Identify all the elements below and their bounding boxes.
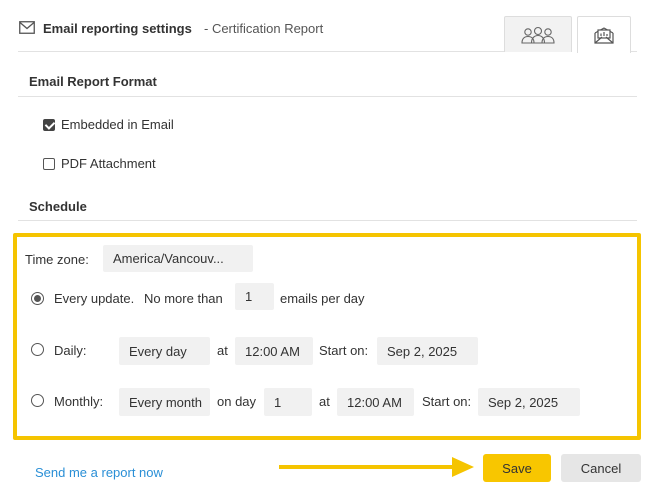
pdf-option[interactable]: PDF Attachment <box>43 156 156 171</box>
embedded-option[interactable]: Embedded in Email <box>43 117 174 132</box>
cancel-button[interactable]: Cancel <box>561 454 641 482</box>
no-more-than-label: No more than <box>144 291 223 306</box>
embedded-label: Embedded in Email <box>61 117 174 132</box>
daily-time-select[interactable]: 12:00 AM <box>235 337 313 365</box>
monthly-at-label: at <box>319 394 330 409</box>
monthly-radio[interactable] <box>31 394 44 407</box>
daily-at-label: at <box>217 343 228 358</box>
emails-per-day-label: emails per day <box>280 291 365 306</box>
format-section-title: Email Report Format <box>29 74 157 89</box>
max-emails-input[interactable]: 1 <box>235 283 274 310</box>
monthly-start-label: Start on: <box>422 394 472 409</box>
embedded-checkbox[interactable] <box>43 118 55 131</box>
daily-radio[interactable] <box>31 343 44 356</box>
timezone-label: Time zone: <box>25 252 89 267</box>
arrow-annotation-shaft <box>279 465 454 469</box>
schedule-section-title: Schedule <box>29 199 87 214</box>
report-envelope-icon <box>594 27 614 44</box>
timezone-select[interactable]: America/Vancouv... <box>103 245 253 272</box>
daily-start-date[interactable]: Sep 2, 2025 <box>377 337 478 365</box>
dialog-subtitle: - Certification Report <box>204 21 324 36</box>
monthly-frequency-select[interactable]: Every month <box>119 388 210 416</box>
daily-start-label: Start on: <box>319 343 369 358</box>
monthly-start-date[interactable]: Sep 2, 2025 <box>478 388 580 416</box>
daily-frequency-select[interactable]: Every day <box>119 337 210 365</box>
save-button[interactable]: Save <box>483 454 551 482</box>
monthly-time-select[interactable]: 12:00 AM <box>337 388 414 416</box>
every-update-radio[interactable] <box>31 292 44 305</box>
every-update-label: Every update. <box>54 291 135 306</box>
dialog-header: Email reporting settings - Certification… <box>0 0 654 53</box>
header-divider <box>18 51 504 52</box>
dialog-title: Email reporting settings <box>43 21 192 36</box>
monthly-label: Monthly: <box>54 394 104 409</box>
envelope-icon <box>19 21 35 34</box>
schedule-divider <box>18 220 637 221</box>
pdf-label: PDF Attachment <box>61 156 156 171</box>
tab-underline <box>631 51 637 52</box>
users-icon <box>521 26 555 44</box>
format-divider <box>18 96 637 97</box>
send-report-now-link[interactable]: Send me a report now <box>35 465 163 480</box>
monthly-day-input[interactable]: 1 <box>264 388 312 416</box>
tab-recipients[interactable] <box>504 16 572 52</box>
tab-email-settings[interactable] <box>577 16 631 53</box>
arrow-right-icon <box>452 457 474 477</box>
daily-label: Daily: <box>54 343 87 358</box>
monthly-on-day-label: on day <box>217 394 257 409</box>
pdf-checkbox[interactable] <box>43 157 55 170</box>
